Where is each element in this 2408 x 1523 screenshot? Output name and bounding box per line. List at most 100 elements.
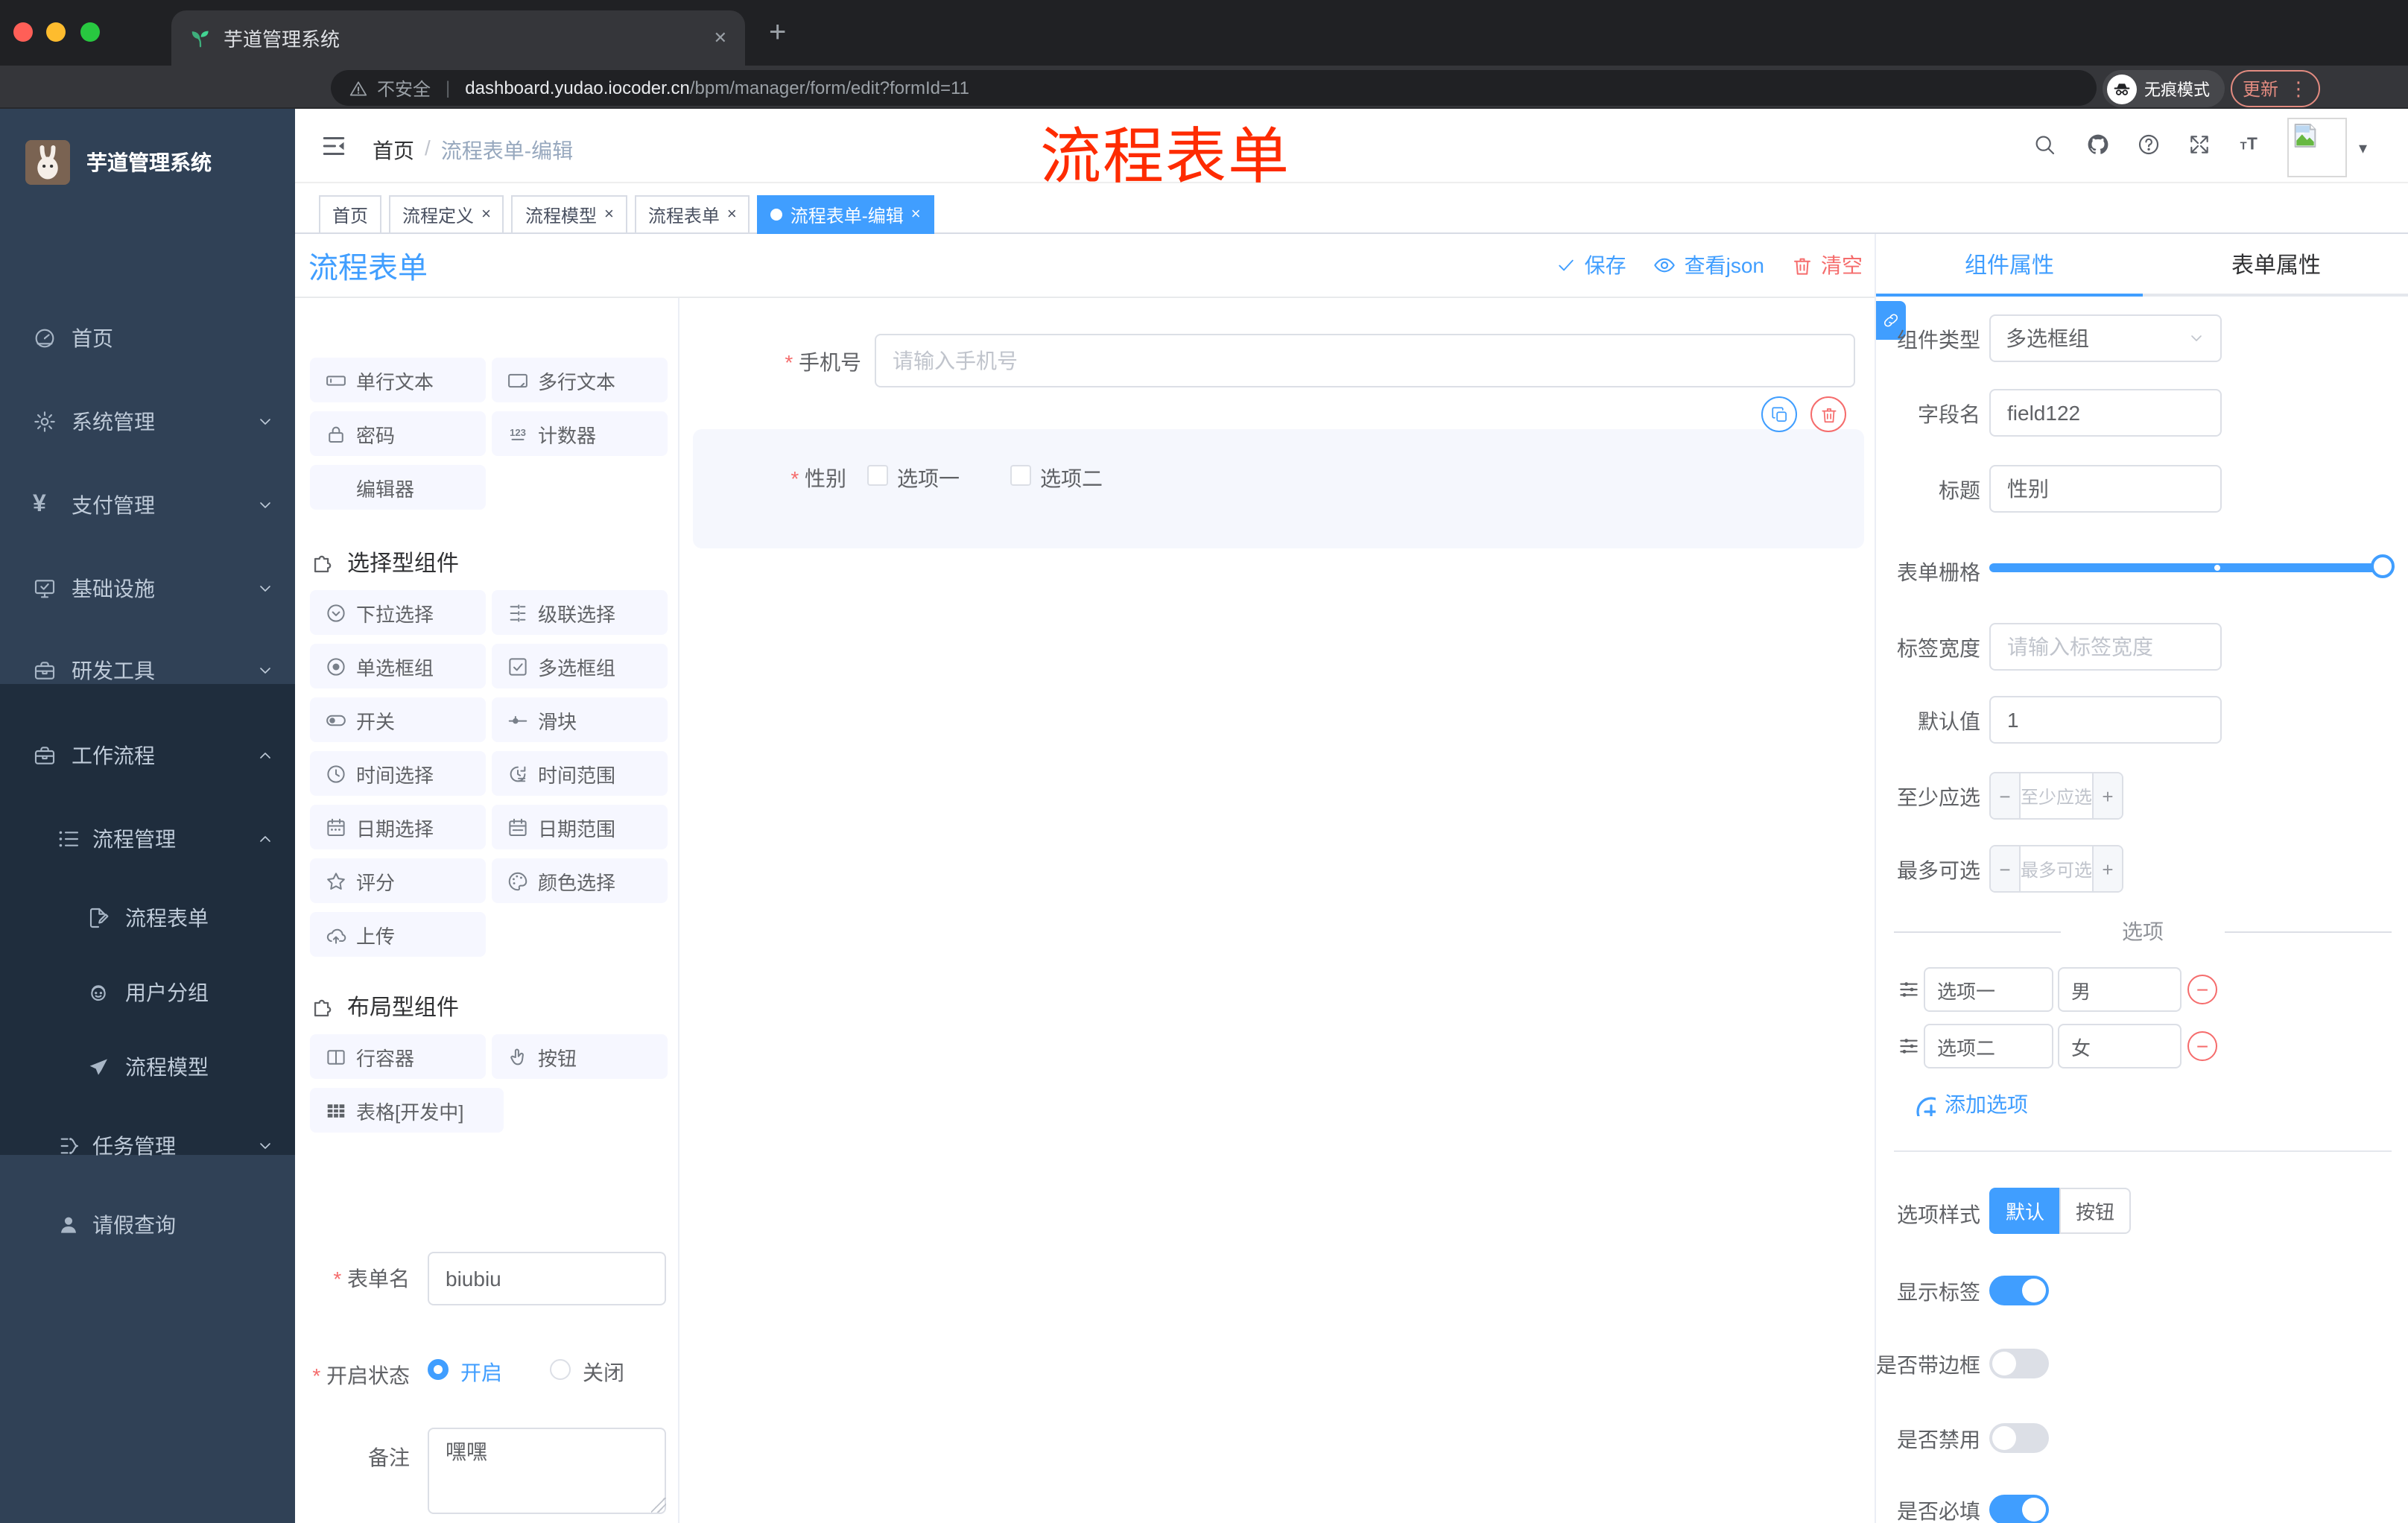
- chip-slider[interactable]: 滑块: [492, 697, 668, 742]
- address-bar[interactable]: 不安全 | dashboard.yudao.iocoder.cn/bpm/man…: [331, 70, 2097, 106]
- tab-component-props[interactable]: 组件属性: [1876, 234, 2143, 297]
- sidebar-logo[interactable]: 芋道管理系统: [0, 125, 295, 200]
- default-value-input[interactable]: [1989, 696, 2222, 744]
- help-icon[interactable]: [2137, 133, 2161, 156]
- field-name-input[interactable]: [1989, 389, 2222, 437]
- add-option-button[interactable]: 添加选项: [1913, 1089, 2028, 1119]
- sidebar-item-process-management[interactable]: 流程管理: [0, 802, 295, 876]
- save-button[interactable]: 保存: [1556, 250, 1626, 280]
- tag-process-form-edit[interactable]: 流程表单-编辑 ×: [757, 195, 934, 234]
- sidebar-item-home[interactable]: 首页: [0, 301, 295, 376]
- option1-value-input[interactable]: [2058, 967, 2182, 1012]
- sidebar-item-process-model[interactable]: 流程模型: [0, 1030, 295, 1104]
- new-tab-button[interactable]: +: [769, 18, 786, 48]
- github-icon[interactable]: [2086, 133, 2110, 156]
- browser-tab[interactable]: 芋道管理系统 ✕: [171, 10, 745, 66]
- decrease-button[interactable]: −: [1991, 846, 2021, 891]
- gender-option2-label[interactable]: 选项二: [1040, 463, 1103, 493]
- label-width-input[interactable]: [1989, 623, 2222, 671]
- tag-close-icon[interactable]: ×: [911, 206, 921, 224]
- tag-close-icon[interactable]: ×: [481, 206, 491, 224]
- border-toggle[interactable]: [1989, 1349, 2049, 1378]
- duplicate-field-button[interactable]: [1761, 396, 1797, 432]
- drag-handle-icon[interactable]: [1897, 1034, 1921, 1058]
- chip-checkbox-group[interactable]: 多选框组: [492, 644, 668, 688]
- drag-handle-icon[interactable]: [1897, 978, 1921, 1001]
- sidebar-item-infrastructure[interactable]: 基础设施: [0, 551, 295, 626]
- tag-process-model[interactable]: 流程模型 ×: [511, 195, 627, 234]
- chip-cascader[interactable]: 级联选择: [492, 590, 668, 635]
- option2-label-input[interactable]: [1924, 1024, 2053, 1068]
- sidebar-item-payment[interactable]: ¥ 支付管理: [0, 468, 295, 542]
- chip-date-picker[interactable]: 日期选择: [310, 805, 486, 849]
- sidebar-collapse-icon[interactable]: [320, 133, 347, 159]
- status-off-radio[interactable]: [550, 1359, 571, 1380]
- tab-form-props[interactable]: 表单属性: [2143, 234, 2408, 294]
- avatar-caret-icon[interactable]: ▾: [2359, 139, 2367, 158]
- breadcrumb-home[interactable]: 首页: [373, 136, 414, 165]
- tag-process-definition[interactable]: 流程定义 ×: [389, 195, 504, 234]
- sidebar-item-system[interactable]: 系统管理: [0, 384, 295, 459]
- fullscreen-icon[interactable]: [2187, 133, 2211, 156]
- tag-process-form[interactable]: 流程表单 ×: [634, 195, 750, 234]
- status-on-label[interactable]: 开启: [460, 1358, 502, 1387]
- chip-rate[interactable]: 评分: [310, 858, 486, 903]
- decrease-button[interactable]: −: [1991, 773, 2021, 818]
- chip-upload[interactable]: 上传: [310, 912, 486, 957]
- zoom-window-button[interactable]: [80, 22, 100, 42]
- max-select-placeholder[interactable]: 最多可选: [2021, 846, 2092, 891]
- tag-home[interactable]: 首页: [319, 195, 382, 234]
- view-json-button[interactable]: 查看json: [1653, 250, 1764, 280]
- remove-option2-button[interactable]: −: [2187, 1031, 2217, 1061]
- gender-option2-checkbox[interactable]: [1010, 465, 1031, 486]
- chip-counter[interactable]: 计数器: [492, 411, 668, 456]
- sidebar-item-task-management[interactable]: 任务管理: [0, 1109, 295, 1183]
- tag-close-icon[interactable]: ×: [727, 206, 737, 224]
- sidebar-item-user-group[interactable]: 用户分组: [0, 955, 295, 1030]
- chip-select[interactable]: 下拉选择: [310, 590, 486, 635]
- gender-option1-label[interactable]: 选项一: [897, 463, 960, 493]
- min-select-placeholder[interactable]: 至少应选: [2021, 773, 2092, 818]
- chrome-menu-dots-icon[interactable]: ⋮: [2289, 77, 2308, 101]
- phone-input[interactable]: [875, 334, 1855, 387]
- sidebar-item-leave-query[interactable]: 请假查询: [0, 1188, 295, 1262]
- security-label[interactable]: 不安全: [377, 75, 431, 101]
- chip-single-line-text[interactable]: 单行文本: [310, 358, 486, 402]
- form-name-input[interactable]: [428, 1252, 666, 1305]
- minimize-window-button[interactable]: [46, 22, 66, 42]
- required-toggle[interactable]: [1989, 1495, 2049, 1523]
- increase-button[interactable]: +: [2092, 846, 2122, 891]
- component-type-select[interactable]: 多选框组: [1989, 314, 2222, 362]
- clear-button[interactable]: 清空: [1791, 250, 1863, 280]
- title-input[interactable]: [1989, 465, 2222, 513]
- slider-handle[interactable]: [2371, 554, 2395, 578]
- remove-option1-button[interactable]: −: [2187, 975, 2217, 1004]
- chip-color-picker[interactable]: 颜色选择: [492, 858, 668, 903]
- chip-multi-line-text[interactable]: 多行文本: [492, 358, 668, 402]
- status-off-label[interactable]: 关闭: [583, 1358, 624, 1387]
- option2-value-input[interactable]: [2058, 1024, 2182, 1068]
- close-window-button[interactable]: [13, 22, 33, 42]
- sidebar-item-devtools[interactable]: 研发工具: [0, 633, 295, 708]
- chip-password[interactable]: 密码: [310, 411, 486, 456]
- gender-option1-checkbox[interactable]: [867, 465, 888, 486]
- style-default-button[interactable]: 默认: [1989, 1188, 2060, 1234]
- chip-switch[interactable]: 开关: [310, 697, 486, 742]
- chip-row-container[interactable]: 行容器: [310, 1034, 486, 1079]
- show-label-toggle[interactable]: [1989, 1276, 2049, 1305]
- status-on-radio[interactable]: [428, 1359, 449, 1380]
- chip-time-picker[interactable]: 时间选择: [310, 751, 486, 796]
- chip-button[interactable]: 按钮: [492, 1034, 668, 1079]
- user-avatar[interactable]: [2287, 118, 2347, 177]
- disabled-toggle[interactable]: [1989, 1423, 2049, 1453]
- chip-radio-group[interactable]: 单选框组: [310, 644, 486, 688]
- tag-close-icon[interactable]: ×: [604, 206, 614, 224]
- chip-table[interactable]: 表格[开发中]: [310, 1088, 504, 1133]
- option1-label-input[interactable]: [1924, 967, 2053, 1012]
- form-grid-slider[interactable]: [1876, 554, 2408, 587]
- chip-time-range[interactable]: 时间范围: [492, 751, 668, 796]
- font-size-icon[interactable]: [2238, 133, 2262, 156]
- increase-button[interactable]: +: [2092, 773, 2122, 818]
- style-button-button[interactable]: 按钮: [2059, 1188, 2132, 1234]
- close-tab-icon[interactable]: ✕: [714, 28, 727, 48]
